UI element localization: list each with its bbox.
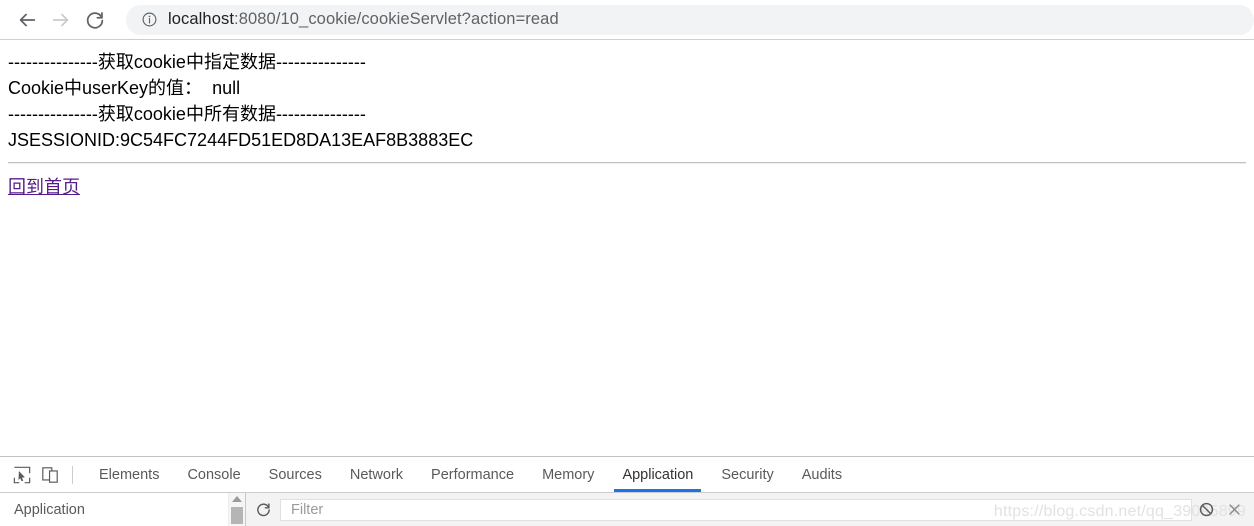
application-main-toolbar: Filter https://blog.csdn.net/qq_39095899: [246, 493, 1254, 526]
filter-input-wrapper[interactable]: Filter: [280, 498, 1192, 521]
page-info-icon[interactable]: [140, 11, 158, 29]
tab-application[interactable]: Application: [608, 457, 707, 492]
userkey-value-line: Cookie中userKey的值： null: [8, 78, 241, 98]
tab-console[interactable]: Console: [173, 457, 254, 492]
devtools-tabs: Elements Console Sources Network Perform…: [85, 457, 856, 492]
separator-line-specified: ---------------获取cookie中指定数据------------…: [8, 52, 366, 72]
tab-sources[interactable]: Sources: [255, 457, 336, 492]
devtools-panel: Elements Console Sources Network Perform…: [0, 456, 1254, 526]
device-toggle-icon: [42, 466, 58, 483]
address-bar-text: localhost:8080/10_cookie/cookieServlet?a…: [168, 10, 559, 29]
address-bar[interactable]: localhost:8080/10_cookie/cookieServlet?a…: [126, 4, 1254, 35]
browser-toolbar: localhost:8080/10_cookie/cookieServlet?a…: [0, 0, 1254, 40]
block-no-entry-icon: [1199, 502, 1213, 517]
clear-all-cookies-button[interactable]: [1192, 498, 1220, 522]
application-panel: Application Filter https://blog.csdn.net…: [0, 493, 1254, 526]
refresh-icon: [256, 503, 270, 517]
scroll-up-arrow-icon[interactable]: [232, 496, 242, 502]
devtools-toolbar: Elements Console Sources Network Perform…: [0, 457, 1254, 493]
tab-network[interactable]: Network: [336, 457, 417, 492]
reload-button[interactable]: [78, 3, 112, 37]
filter-placeholder: Filter: [291, 501, 324, 518]
reload-icon: [86, 11, 104, 29]
tab-memory[interactable]: Memory: [528, 457, 608, 492]
refresh-storage-button[interactable]: [246, 501, 280, 518]
application-sidebar-title: Application: [0, 493, 228, 526]
close-x-icon: [1228, 504, 1240, 515]
tab-elements[interactable]: Elements: [85, 457, 173, 492]
back-button[interactable]: [10, 3, 44, 37]
toolbar-divider: [72, 465, 73, 484]
delete-selected-cookie-button[interactable]: [1220, 498, 1248, 522]
tab-performance[interactable]: Performance: [417, 457, 528, 492]
sidebar-scrollbar[interactable]: [228, 493, 245, 526]
toggle-device-toolbar-button[interactable]: [36, 461, 64, 489]
url-path: :8080/10_cookie/cookieServlet?action=rea…: [234, 10, 559, 28]
back-to-home-link[interactable]: 回到首页: [8, 177, 80, 197]
jsessionid-line: JSESSIONID:9C54FC7244FD51ED8DA13EAF8B388…: [8, 130, 474, 150]
separator-line-all: ---------------获取cookie中所有数据------------…: [8, 104, 366, 124]
horizontal-rule: [8, 162, 1246, 164]
back-arrow-icon: [19, 13, 36, 26]
forward-button[interactable]: [44, 3, 78, 37]
inspect-element-button[interactable]: [8, 461, 36, 489]
inspect-cursor-icon: [13, 466, 31, 483]
tab-audits[interactable]: Audits: [788, 457, 856, 492]
page-content: ---------------获取cookie中指定数据------------…: [0, 41, 1254, 200]
url-host: localhost: [168, 10, 235, 28]
scrollbar-thumb[interactable]: [231, 507, 243, 524]
cookie-action-buttons: [1192, 498, 1254, 522]
forward-arrow-icon: [52, 13, 69, 26]
page-viewport: ---------------获取cookie中指定数据------------…: [0, 41, 1254, 456]
tab-security[interactable]: Security: [707, 457, 787, 492]
